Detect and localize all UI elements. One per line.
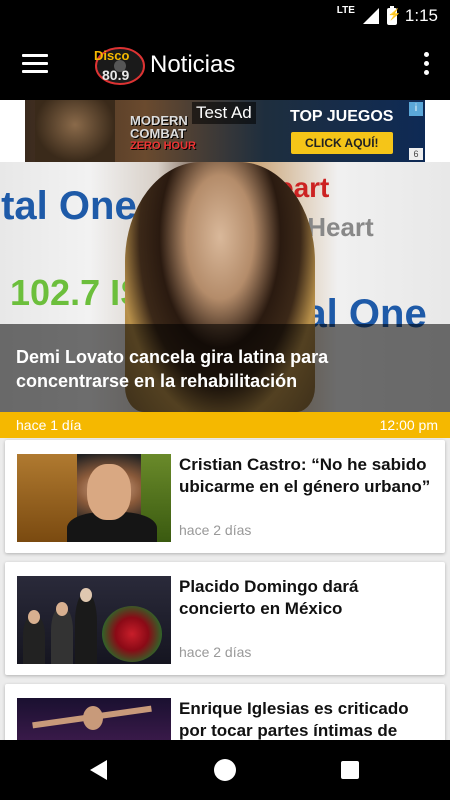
ad-game-title: MODERN COMBAT ZERO HOUR [130, 113, 196, 152]
news-title: Placido Domingo dará concierto en México [179, 577, 359, 618]
featured-image-text: ital One [0, 184, 137, 228]
news-card[interactable]: Cristian Castro: “No he sabido ubicarme … [5, 440, 445, 553]
news-title: Enrique Iglesias es criticado por tocar … [179, 699, 409, 740]
status-time: 1:15 [404, 6, 438, 25]
featured-time-ago: hace 1 día [16, 417, 82, 433]
home-icon[interactable] [214, 759, 236, 781]
system-nav-bar [0, 740, 450, 800]
signal-icon [362, 8, 379, 24]
news-thumbnail [17, 454, 171, 542]
news-time: hace 2 días [179, 522, 252, 538]
ad-info-icon[interactable]: i [409, 102, 423, 116]
back-icon[interactable] [90, 760, 107, 780]
ad-banner[interactable]: MODERN COMBAT ZERO HOUR Test Ad TOP JUEG… [25, 100, 425, 162]
news-card[interactable]: Placido Domingo dará concierto en México… [5, 562, 445, 675]
app-title: Noticias [150, 51, 236, 78]
featured-time: 12:00 pm [379, 417, 438, 433]
ad-close-icon[interactable]: 6 [409, 148, 423, 160]
disco-logo-icon: Disco 80.9 [94, 47, 145, 85]
status-bar: LTE ⚡ 1:15 [0, 0, 450, 32]
news-thumbnail [17, 576, 171, 664]
svg-text:80.9: 80.9 [102, 67, 129, 83]
news-title: Cristian Castro: “No he sabido ubicarme … [179, 455, 431, 496]
ad-promo-text: TOP JUEGOS [290, 108, 394, 125]
featured-article[interactable]: ital One iHeart iHeart 102.7 IS FM ital … [0, 162, 450, 412]
recent-apps-icon[interactable] [341, 761, 359, 779]
featured-title: Demi Lovato cancela gira latina para con… [16, 347, 329, 391]
ad-cta-button[interactable]: CLICK AQUÍ! [291, 132, 393, 154]
news-time: hace 2 días [179, 644, 252, 660]
ad-soldier-image [35, 100, 115, 162]
featured-meta-bar: hace 1 día 12:00 pm [0, 412, 450, 438]
battery-icon: ⚡ [386, 5, 402, 25]
menu-icon[interactable] [22, 54, 48, 76]
svg-text:Disco: Disco [94, 48, 129, 63]
test-ad-label: Test Ad [192, 102, 256, 124]
app-bar: Disco 80.9 Noticias [0, 32, 450, 100]
network-type: LTE [336, 5, 355, 16]
ad-container: MODERN COMBAT ZERO HOUR Test Ad TOP JUEG… [0, 100, 450, 162]
more-options-icon[interactable] [422, 52, 430, 78]
